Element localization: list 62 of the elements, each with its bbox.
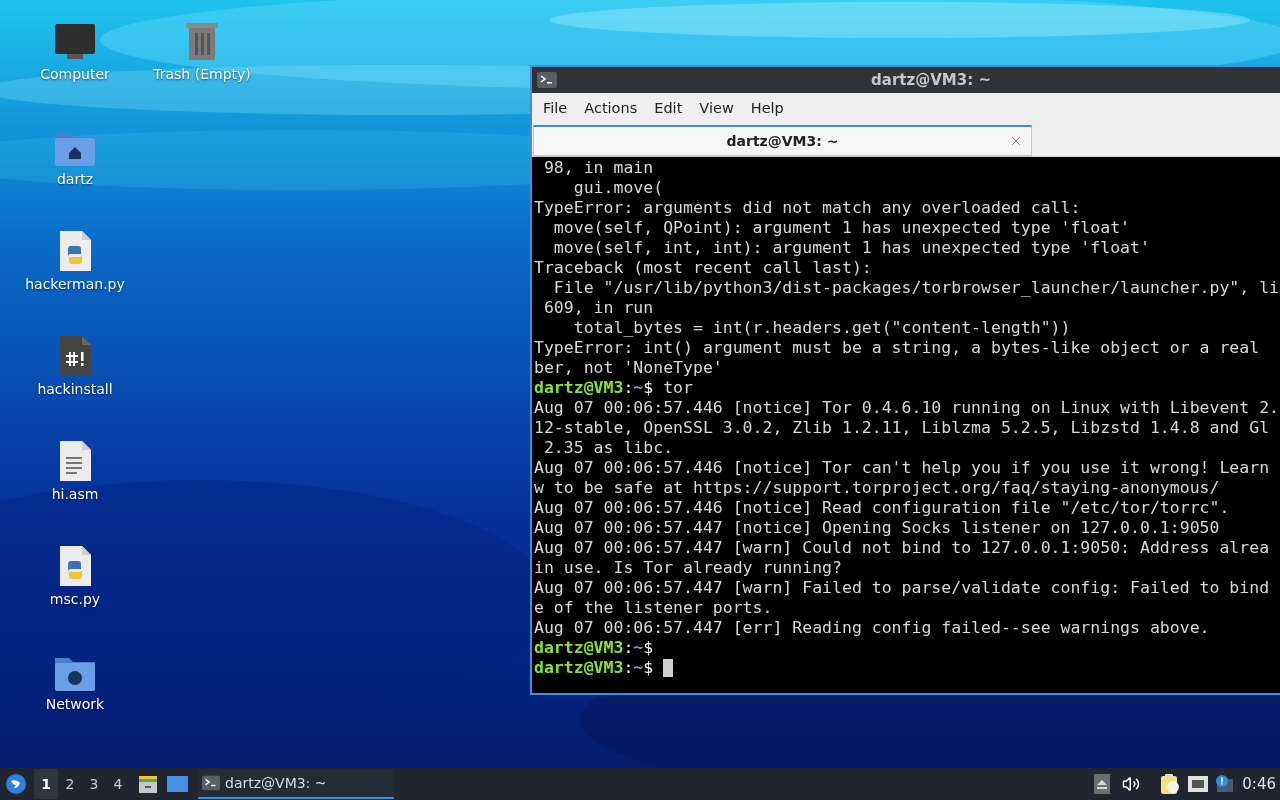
- workspace-button[interactable]: 3: [82, 769, 106, 799]
- taskbar-window-button[interactable]: dartz@VM3: ~: [198, 769, 394, 799]
- terminal-line: e of the listener ports.: [534, 598, 773, 618]
- desktop-icon-label[interactable]: hi.asm: [51, 484, 99, 505]
- terminal-line: 98, in main: [542, 158, 654, 178]
- terminal-tab[interactable]: dartz@VM3: ~: [533, 125, 1032, 156]
- terminal-line: ber, not 'NoneType': [534, 358, 723, 378]
- menu-item[interactable]: View: [691, 98, 742, 120]
- python-file-icon: [58, 230, 92, 272]
- terminal-line: Aug 07 00:06:57.447 [warn] Could not bind to 127.0.0.1:9050: Address alrea: [534, 538, 1270, 558]
- terminal-command: tor: [662, 378, 693, 398]
- eject-icon[interactable]: [1094, 774, 1111, 794]
- volume-icon[interactable]: [1122, 775, 1141, 793]
- file-cabinet-icon[interactable]: [138, 774, 158, 794]
- desktop-icon-label[interactable]: Network: [45, 694, 105, 715]
- desktop-icon-label[interactable]: msc.py: [49, 589, 101, 610]
- terminal-line: Traceback (most recent call last):: [534, 258, 872, 278]
- terminal-prompt: dartz@VM3:~$: [534, 378, 654, 398]
- terminal-line: 12-stable, OpenSSL 3.0.2, Zlib 1.2.11, Liblzma 5.2.5, Libzstd 1.4.8 and Gl: [534, 418, 1270, 438]
- terminal-line: total_bytes = int(r.headers.get("content-length")): [572, 318, 1071, 338]
- close-icon[interactable]: [1009, 134, 1023, 148]
- menu-item[interactable]: Help: [742, 98, 792, 120]
- monitor-icon: [53, 22, 97, 62]
- terminal-line: File "/usr/lib/python3/dist-packages/torbrowser_launcher/launcher.py", li: [552, 278, 1280, 298]
- terminal-line: Aug 07 00:06:57.447 [warn] Failed to parse/validate config: Failed to bind: [534, 578, 1270, 598]
- terminal-line: Aug 07 00:06:57.446 [notice] Tor can't help you if you use it wrong! Learn: [534, 458, 1270, 478]
- workspace-button[interactable]: 1: [34, 769, 58, 799]
- trash-icon: [184, 20, 220, 62]
- clipboard-icon[interactable]: [1160, 773, 1181, 795]
- terminal-line: 2.35 as libc.: [542, 438, 674, 458]
- notification-icon[interactable]: [1214, 774, 1235, 794]
- terminal-line: gui.move(: [572, 178, 664, 198]
- terminal-line: Aug 07 00:06:57.447 [notice] Opening Socks listener on 127.0.0.1:9050: [534, 518, 1220, 538]
- menu-item[interactable]: Actions: [576, 98, 646, 120]
- tab-label: dartz@VM3: ~: [726, 131, 839, 151]
- menu-item[interactable]: Edit: [646, 98, 691, 120]
- terminal-line: TypeError: arguments did not match any overloaded call:: [534, 198, 1081, 218]
- terminal-line: 609, in run: [542, 298, 654, 318]
- menu-item[interactable]: File: [535, 98, 576, 120]
- window-title: dartz@VM3: ~: [871, 69, 991, 91]
- terminal-icon: [202, 775, 220, 791]
- terminal-line: Aug 07 00:06:57.446 [notice] Tor 0.4.6.10 running on Linux with Libevent 2.: [534, 398, 1280, 418]
- python-file-icon: [58, 545, 92, 587]
- start-menu-icon[interactable]: [6, 774, 26, 794]
- terminal-icon: [537, 72, 557, 88]
- desktop-icon-label[interactable]: hackinstall: [37, 379, 113, 400]
- terminal-line: move(self, int, int): argument 1 has unexpected type 'float': [552, 238, 1150, 258]
- terminal-line: TypeError: int() argument must be a string, a bytes-like object or a real: [534, 338, 1260, 358]
- terminal-line: Aug 07 00:06:57.447 [err] Reading config failed--see warnings above.: [534, 618, 1210, 638]
- network-icon[interactable]: [1188, 776, 1209, 792]
- text-file-icon: [58, 440, 92, 482]
- workspace-button[interactable]: 4: [106, 769, 130, 799]
- terminal-line: in use. Is Tor already running?: [534, 558, 842, 578]
- clock: 0:46: [1242, 773, 1276, 795]
- workspace-button[interactable]: 2: [58, 769, 82, 799]
- desktop-icon-label[interactable]: hackerman.py: [25, 274, 125, 295]
- terminal-prompt: dartz@VM3:~$: [534, 658, 654, 678]
- script-file-icon: [58, 335, 92, 377]
- terminal-line: Aug 07 00:06:57.446 [notice] Read configuration file "/etc/tor/torrc".: [534, 498, 1230, 518]
- terminal-line: w to be safe at https://support.torproject.org/faq/staying-anonymous/: [534, 478, 1220, 498]
- terminal-prompt: dartz@VM3:~$: [534, 638, 654, 658]
- terminal-line: move(self, QPoint): argument 1 has unexpected type 'float': [552, 218, 1131, 238]
